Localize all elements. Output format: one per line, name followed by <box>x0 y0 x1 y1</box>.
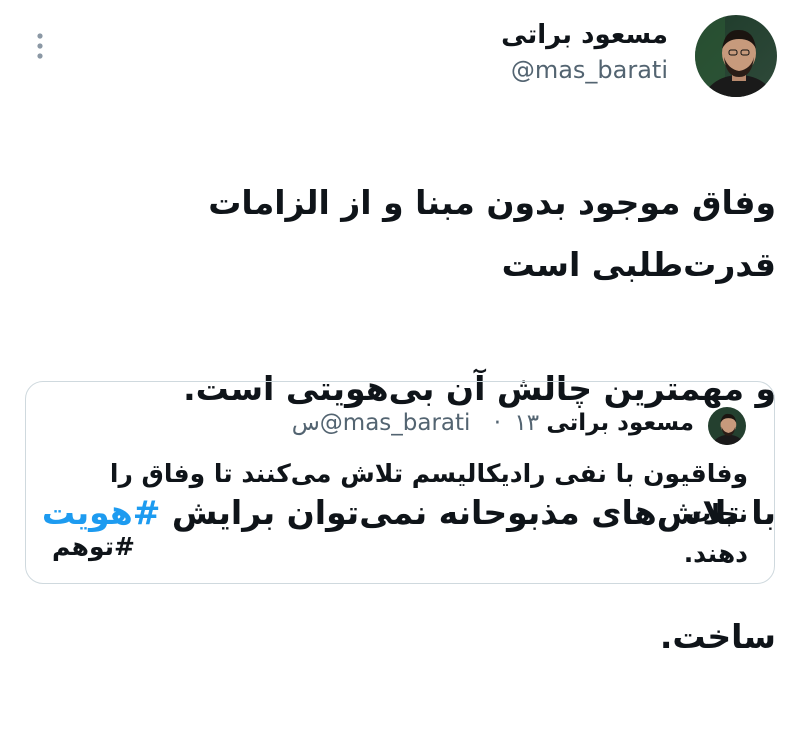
quote-line-1: وفاقیون با نفی رادیکالیسم تلاش می‌کنند ت… <box>109 459 748 528</box>
quote-hashtag[interactable]: #توهم <box>52 532 135 561</box>
quote-text: وفاقیون با نفی رادیکالیسم تلاش می‌کنند ت… <box>58 454 748 574</box>
tweet-line-1: وفاق موجود بدون مبنا و از الزامات قدرت‌ط… <box>208 183 776 284</box>
quote-header: مسعود براتی @mas_barati · ۱۳س <box>292 410 694 436</box>
author-name[interactable]: مسعود براتی <box>501 20 668 50</box>
author-handle[interactable]: @mas_barati <box>511 56 668 84</box>
tweet-card: مسعود براتی @mas_barati وفاق موجود بدون … <box>0 0 800 656</box>
quote-author-name[interactable]: مسعود براتی <box>546 410 694 436</box>
more-vertical-icon[interactable] <box>30 30 50 66</box>
quote-separator: · <box>493 410 502 436</box>
quote-author-handle[interactable]: @mas_barati <box>320 410 471 436</box>
tweet-line-4: ساخت. <box>659 617 776 656</box>
quote-avatar-image <box>708 407 746 445</box>
quoted-tweet[interactable]: مسعود براتی @mas_barati · ۱۳س وفاقیون با… <box>25 381 775 584</box>
quote-avatar[interactable] <box>708 407 746 445</box>
avatar-image <box>695 15 777 97</box>
author-avatar[interactable] <box>695 15 777 97</box>
quote-line-2: دهند. <box>683 539 748 568</box>
